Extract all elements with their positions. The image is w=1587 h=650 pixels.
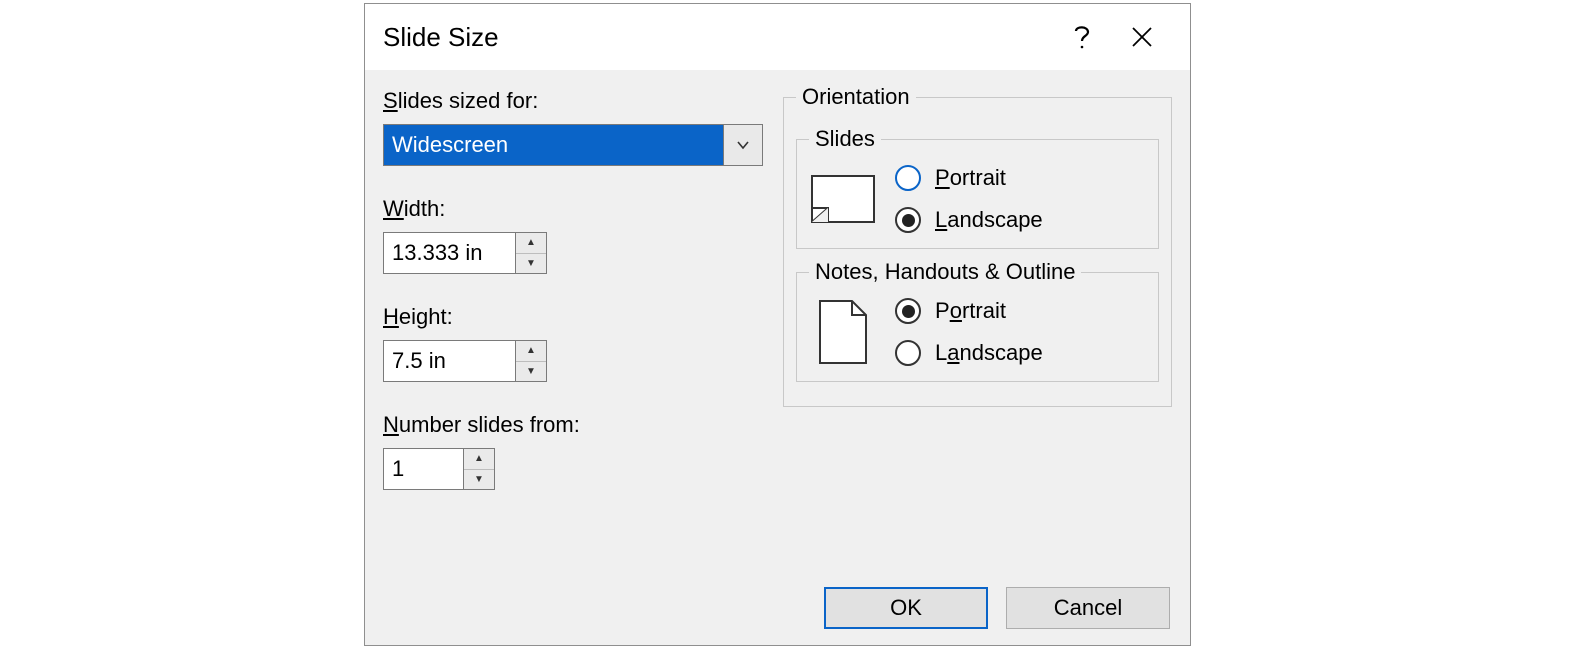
number-from-spin-buttons: ▲ ▼ xyxy=(463,449,494,489)
height-spin-down[interactable]: ▼ xyxy=(516,362,546,382)
title-bar: Slide Size xyxy=(365,4,1190,70)
height-spin-buttons: ▲ ▼ xyxy=(515,341,546,381)
dialog-title: Slide Size xyxy=(383,22,1052,53)
dialog-footer: OK Cancel xyxy=(824,587,1170,629)
slides-orientation-row: Portrait Landscape xyxy=(809,164,1146,234)
number-from-spin-up[interactable]: ▲ xyxy=(464,449,494,470)
help-icon xyxy=(1073,23,1091,51)
number-slides-from-label: Number slides from: xyxy=(383,412,763,438)
notes-orientation-group: Notes, Handouts & Outline Portrait xyxy=(796,259,1159,382)
radio-unselected-icon xyxy=(895,165,921,191)
slides-radios: Portrait Landscape xyxy=(895,165,1043,233)
radio-unselected-icon xyxy=(895,340,921,366)
slides-sized-for-value: Widescreen xyxy=(384,125,723,165)
right-column: Orientation Slides xyxy=(783,84,1172,490)
slides-legend: Slides xyxy=(809,126,881,152)
height-spinner[interactable]: 7.5 in ▲ ▼ xyxy=(383,340,547,382)
chevron-down-icon xyxy=(736,140,750,150)
slides-orientation-group: Slides xyxy=(796,126,1159,249)
slides-sized-for-combo[interactable]: Widescreen xyxy=(383,124,763,166)
height-label: Height: xyxy=(383,304,763,330)
notes-legend: Notes, Handouts & Outline xyxy=(809,259,1081,285)
notes-portrait-label: Portrait xyxy=(935,298,1006,324)
slide-size-dialog: Slide Size Slides sized for: Widescreen xyxy=(364,3,1191,646)
notes-landscape-radio[interactable]: Landscape xyxy=(895,340,1043,366)
left-column: Slides sized for: Widescreen Width: 13.3… xyxy=(383,84,763,490)
width-spin-buttons: ▲ ▼ xyxy=(515,233,546,273)
height-value: 7.5 in xyxy=(384,341,515,381)
number-from-value: 1 xyxy=(384,449,463,489)
slide-landscape-icon xyxy=(809,164,877,234)
radio-selected-icon xyxy=(895,207,921,233)
cancel-button[interactable]: Cancel xyxy=(1006,587,1170,629)
notes-landscape-label: Landscape xyxy=(935,340,1043,366)
help-button[interactable] xyxy=(1052,7,1112,67)
close-button[interactable] xyxy=(1112,7,1172,67)
number-from-spin-down[interactable]: ▼ xyxy=(464,470,494,490)
width-spinner[interactable]: 13.333 in ▲ ▼ xyxy=(383,232,547,274)
page-portrait-icon xyxy=(809,297,877,367)
width-spin-down[interactable]: ▼ xyxy=(516,254,546,274)
number-from-spinner[interactable]: 1 ▲ ▼ xyxy=(383,448,495,490)
notes-radios: Portrait Landscape xyxy=(895,298,1043,366)
orientation-group: Orientation Slides xyxy=(783,84,1172,407)
slides-landscape-radio[interactable]: Landscape xyxy=(895,207,1043,233)
width-label: Width: xyxy=(383,196,763,222)
combo-drop-button[interactable] xyxy=(723,125,762,165)
width-spin-up[interactable]: ▲ xyxy=(516,233,546,254)
notes-portrait-radio[interactable]: Portrait xyxy=(895,298,1043,324)
slides-portrait-radio[interactable]: Portrait xyxy=(895,165,1043,191)
slides-landscape-label: Landscape xyxy=(935,207,1043,233)
notes-orientation-row: Portrait Landscape xyxy=(809,297,1146,367)
radio-selected-icon xyxy=(895,298,921,324)
width-value: 13.333 in xyxy=(384,233,515,273)
slides-portrait-label: Portrait xyxy=(935,165,1006,191)
close-icon xyxy=(1131,26,1153,48)
height-spin-up[interactable]: ▲ xyxy=(516,341,546,362)
orientation-legend: Orientation xyxy=(796,84,916,110)
ok-button[interactable]: OK xyxy=(824,587,988,629)
dialog-body: Slides sized for: Widescreen Width: 13.3… xyxy=(365,70,1190,490)
slides-sized-for-label: Slides sized for: xyxy=(383,88,763,114)
